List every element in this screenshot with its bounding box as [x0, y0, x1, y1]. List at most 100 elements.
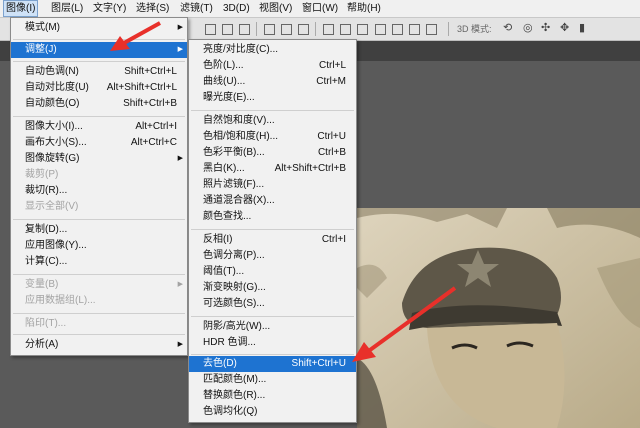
menu-item-label: 可选颜色(S)...: [203, 298, 265, 309]
menu-item-hdr-toning[interactable]: HDR 色调...: [189, 335, 356, 351]
menu-item-trim[interactable]: 裁切(R)...: [11, 183, 187, 199]
menu-item-label: 裁切(R)...: [25, 185, 68, 196]
align-left-icon[interactable]: [264, 24, 275, 35]
menu-item-apply-image[interactable]: 应用图像(Y)...: [11, 238, 187, 254]
distribute-right-icon[interactable]: [409, 24, 420, 35]
align-hcenter-icon[interactable]: [281, 24, 292, 35]
menu-separator: [13, 61, 185, 62]
menu-item-color-lookup[interactable]: 颜色查找...: [189, 209, 356, 225]
submenu-arrow-icon: ▶: [177, 281, 183, 288]
distribute-top-icon[interactable]: [323, 24, 334, 35]
menu-item-shadows-highlights[interactable]: 阴影/高光(W)...: [189, 319, 356, 335]
menu-item-shortcut: Ctrl+B: [317, 147, 346, 158]
menu-item-desaturate[interactable]: 去色(D) Shift+Ctrl+U: [189, 356, 356, 372]
canvas-photo[interactable]: [357, 208, 640, 428]
menu-separator: [191, 316, 354, 317]
menu-item-duplicate[interactable]: 复制(D)...: [11, 222, 187, 238]
menu-item-shortcut: Alt+Shift+Ctrl+B: [274, 163, 346, 174]
menu-item-calculations[interactable]: 计算(C)...: [11, 254, 187, 270]
menu-item-label: 自动对比度(U): [25, 82, 89, 93]
menu-item-label: 黑白(K)...: [203, 163, 245, 174]
distribute-bottom-icon[interactable]: [357, 24, 368, 35]
3d-slide-icon[interactable]: ✥: [560, 21, 569, 34]
menu-item-label: 裁剪(P): [25, 169, 59, 180]
menu-item-label: 曝光度(E)...: [203, 92, 255, 103]
submenu-arrow-icon: ▶: [177, 46, 183, 53]
menu-item-label: 色调分离(P)...: [203, 250, 265, 261]
3d-pan-icon[interactable]: ✣: [541, 21, 550, 34]
menu-item-auto-color[interactable]: 自动颜色(O) Shift+Ctrl+B: [11, 96, 187, 112]
menu-item-brightness-contrast[interactable]: 亮度/对比度(C)...: [189, 42, 356, 58]
menu-item-label: 显示全部(V): [25, 201, 79, 212]
menu-window[interactable]: 窗口(W): [300, 0, 340, 17]
menu-item-trap: 陷印(T)...: [11, 316, 187, 332]
menu-image[interactable]: 图像(I): [3, 0, 39, 17]
distribute-vcenter-icon[interactable]: [340, 24, 351, 35]
menu-item-equalize[interactable]: 色调均化(Q): [189, 404, 356, 420]
menu-item-label: 色调均化(Q): [203, 406, 258, 417]
menu-separator: [13, 313, 185, 314]
menu-item-shortcut: Shift+Ctrl+L: [124, 66, 177, 77]
menu-item-hue-saturation[interactable]: 色相/饱和度(H)... Ctrl+U: [189, 129, 356, 145]
menu-item-exposure[interactable]: 曝光度(E)...: [189, 90, 356, 106]
image-menu: 模式(M) ▶ 调整(J) ▶ 自动色调(N) Shift+Ctrl+L 自动对比度(U) A…: [10, 17, 188, 356]
align-vcenter-icon[interactable]: [222, 24, 233, 35]
submenu-arrow-icon: ▶: [177, 155, 183, 162]
3d-roll-icon[interactable]: ◎: [523, 21, 533, 34]
menu-item-label: 计算(C)...: [25, 256, 68, 267]
menu-item-label: 自动色调(N): [25, 66, 79, 77]
menu-item-shortcut: Ctrl+U: [317, 131, 346, 142]
menu-item-shortcut: Ctrl+I: [321, 234, 346, 245]
menu-layer[interactable]: 图层(L): [49, 0, 85, 17]
menu-item-auto-contrast[interactable]: 自动对比度(U) Alt+Shift+Ctrl+L: [11, 80, 187, 96]
menu-view[interactable]: 视图(V): [257, 0, 294, 17]
menu-filter[interactable]: 滤镜(T): [178, 0, 215, 17]
menu-item-match-color[interactable]: 匹配颜色(M)...: [189, 372, 356, 388]
menu-item-shortcut: Alt+Ctrl+C: [130, 137, 177, 148]
menu-item-reveal-all: 显示全部(V): [11, 199, 187, 215]
menu-item-levels[interactable]: 色阶(L)... Ctrl+L: [189, 58, 356, 74]
menu-help[interactable]: 帮助(H): [345, 0, 383, 17]
menu-item-crop: 裁剪(P): [11, 167, 187, 183]
menu-item-canvas-size[interactable]: 画布大小(S)... Alt+Ctrl+C: [11, 135, 187, 151]
menu-item-label: 自然饱和度(V)...: [203, 115, 275, 126]
menu-type[interactable]: 文字(Y): [91, 0, 128, 17]
menu-item-auto-tone[interactable]: 自动色调(N) Shift+Ctrl+L: [11, 64, 187, 80]
menu-item-label: 调整(J): [25, 44, 57, 55]
menu-item-curves[interactable]: 曲线(U)... Ctrl+M: [189, 74, 356, 90]
menu-item-image-rotation[interactable]: 图像旋转(G) ▶: [11, 151, 187, 167]
menu-item-selective-color[interactable]: 可选颜色(S)...: [189, 296, 356, 312]
adjustments-submenu: 亮度/对比度(C)... 色阶(L)... Ctrl+L 曲线(U)... Ctrl+M…: [188, 39, 357, 423]
menu-3d[interactable]: 3D(D): [221, 0, 252, 17]
menu-item-vibrance[interactable]: 自然饱和度(V)...: [189, 113, 356, 129]
menu-item-black-white[interactable]: 黑白(K)... Alt+Shift+Ctrl+B: [189, 161, 356, 177]
menu-item-gradient-map[interactable]: 渐变映射(G)...: [189, 280, 356, 296]
menu-item-analysis[interactable]: 分析(A) ▶: [11, 337, 187, 353]
menu-item-channel-mixer[interactable]: 通道混合器(X)...: [189, 193, 356, 209]
align-right-icon[interactable]: [298, 24, 309, 35]
align-bottom-icon[interactable]: [239, 24, 250, 35]
menu-item-label: 图像旋转(G): [25, 153, 80, 164]
menu-item-invert[interactable]: 反相(I) Ctrl+I: [189, 232, 356, 248]
menu-item-threshold[interactable]: 阈值(T)...: [189, 264, 356, 280]
menu-item-replace-color[interactable]: 替换颜色(R)...: [189, 388, 356, 404]
menu-separator: [13, 334, 185, 335]
distribute-hcenter-icon[interactable]: [392, 24, 403, 35]
menu-item-adjustments[interactable]: 调整(J) ▶: [11, 42, 187, 58]
auto-align-icon[interactable]: [426, 24, 437, 35]
menu-select[interactable]: 选择(S): [134, 0, 171, 17]
menu-item-label: 曲线(U)...: [203, 76, 246, 87]
menu-item-label: HDR 色调...: [203, 337, 256, 348]
distribute-left-icon[interactable]: [375, 24, 386, 35]
3d-rotate-icon[interactable]: ⟲: [503, 21, 512, 34]
menu-item-image-size[interactable]: 图像大小(I)... Alt+Ctrl+I: [11, 119, 187, 135]
menu-item-shortcut: Ctrl+L: [319, 60, 346, 71]
align-top-icon[interactable]: [205, 24, 216, 35]
menu-item-photo-filter[interactable]: 照片滤镜(F)...: [189, 177, 356, 193]
menu-item-color-balance[interactable]: 色彩平衡(B)... Ctrl+B: [189, 145, 356, 161]
menu-item-posterize[interactable]: 色调分离(P)...: [189, 248, 356, 264]
3d-scale-icon[interactable]: ▮: [579, 21, 585, 34]
menu-separator: [13, 116, 185, 117]
menu-item-label: 画布大小(S)...: [25, 137, 87, 148]
menu-item-mode[interactable]: 模式(M) ▶: [11, 20, 187, 36]
